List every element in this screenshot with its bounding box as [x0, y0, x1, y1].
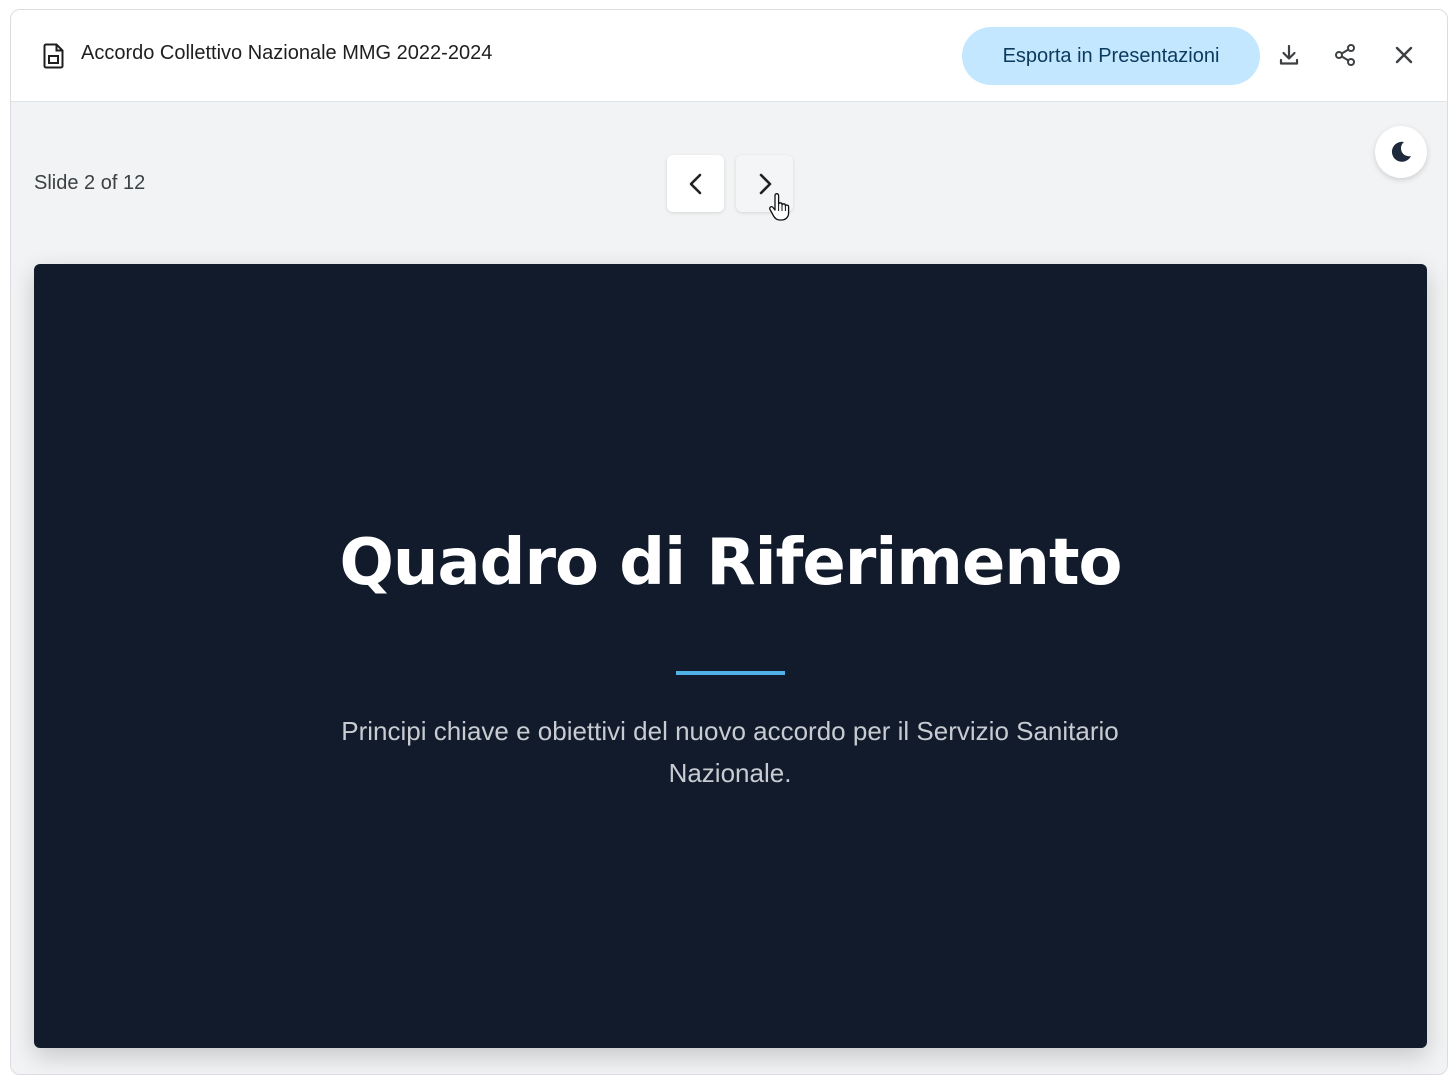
close-icon[interactable]	[1391, 42, 1417, 68]
header-bar: Accordo Collettivo Nazionale MMG 2022-20…	[11, 10, 1447, 102]
download-icon[interactable]	[1276, 42, 1302, 68]
document-title: Accordo Collettivo Nazionale MMG 2022-20…	[81, 42, 493, 64]
next-slide-button[interactable]	[736, 155, 793, 212]
slide-canvas: Quadro di Riferimento Principi chiave e …	[34, 264, 1427, 1048]
chevron-right-icon	[759, 173, 771, 194]
document-icon	[43, 43, 64, 69]
slide-title: Quadro di Riferimento	[339, 526, 1123, 600]
presentation-viewer: Accordo Collettivo Nazionale MMG 2022-20…	[10, 9, 1448, 1075]
export-to-slides-button[interactable]: Esporta in Presentazioni	[962, 27, 1260, 85]
title-divider	[676, 671, 785, 675]
moon-icon	[1391, 141, 1411, 162]
dark-mode-toggle[interactable]	[1375, 126, 1427, 178]
slide-subtitle: Principi chiave e obiettivi del nuovo ac…	[341, 716, 1119, 788]
slide-counter: Slide 2 of 12	[34, 172, 146, 194]
previous-slide-button[interactable]	[667, 155, 724, 212]
share-icon[interactable]	[1332, 42, 1358, 68]
chevron-left-icon	[689, 173, 701, 194]
